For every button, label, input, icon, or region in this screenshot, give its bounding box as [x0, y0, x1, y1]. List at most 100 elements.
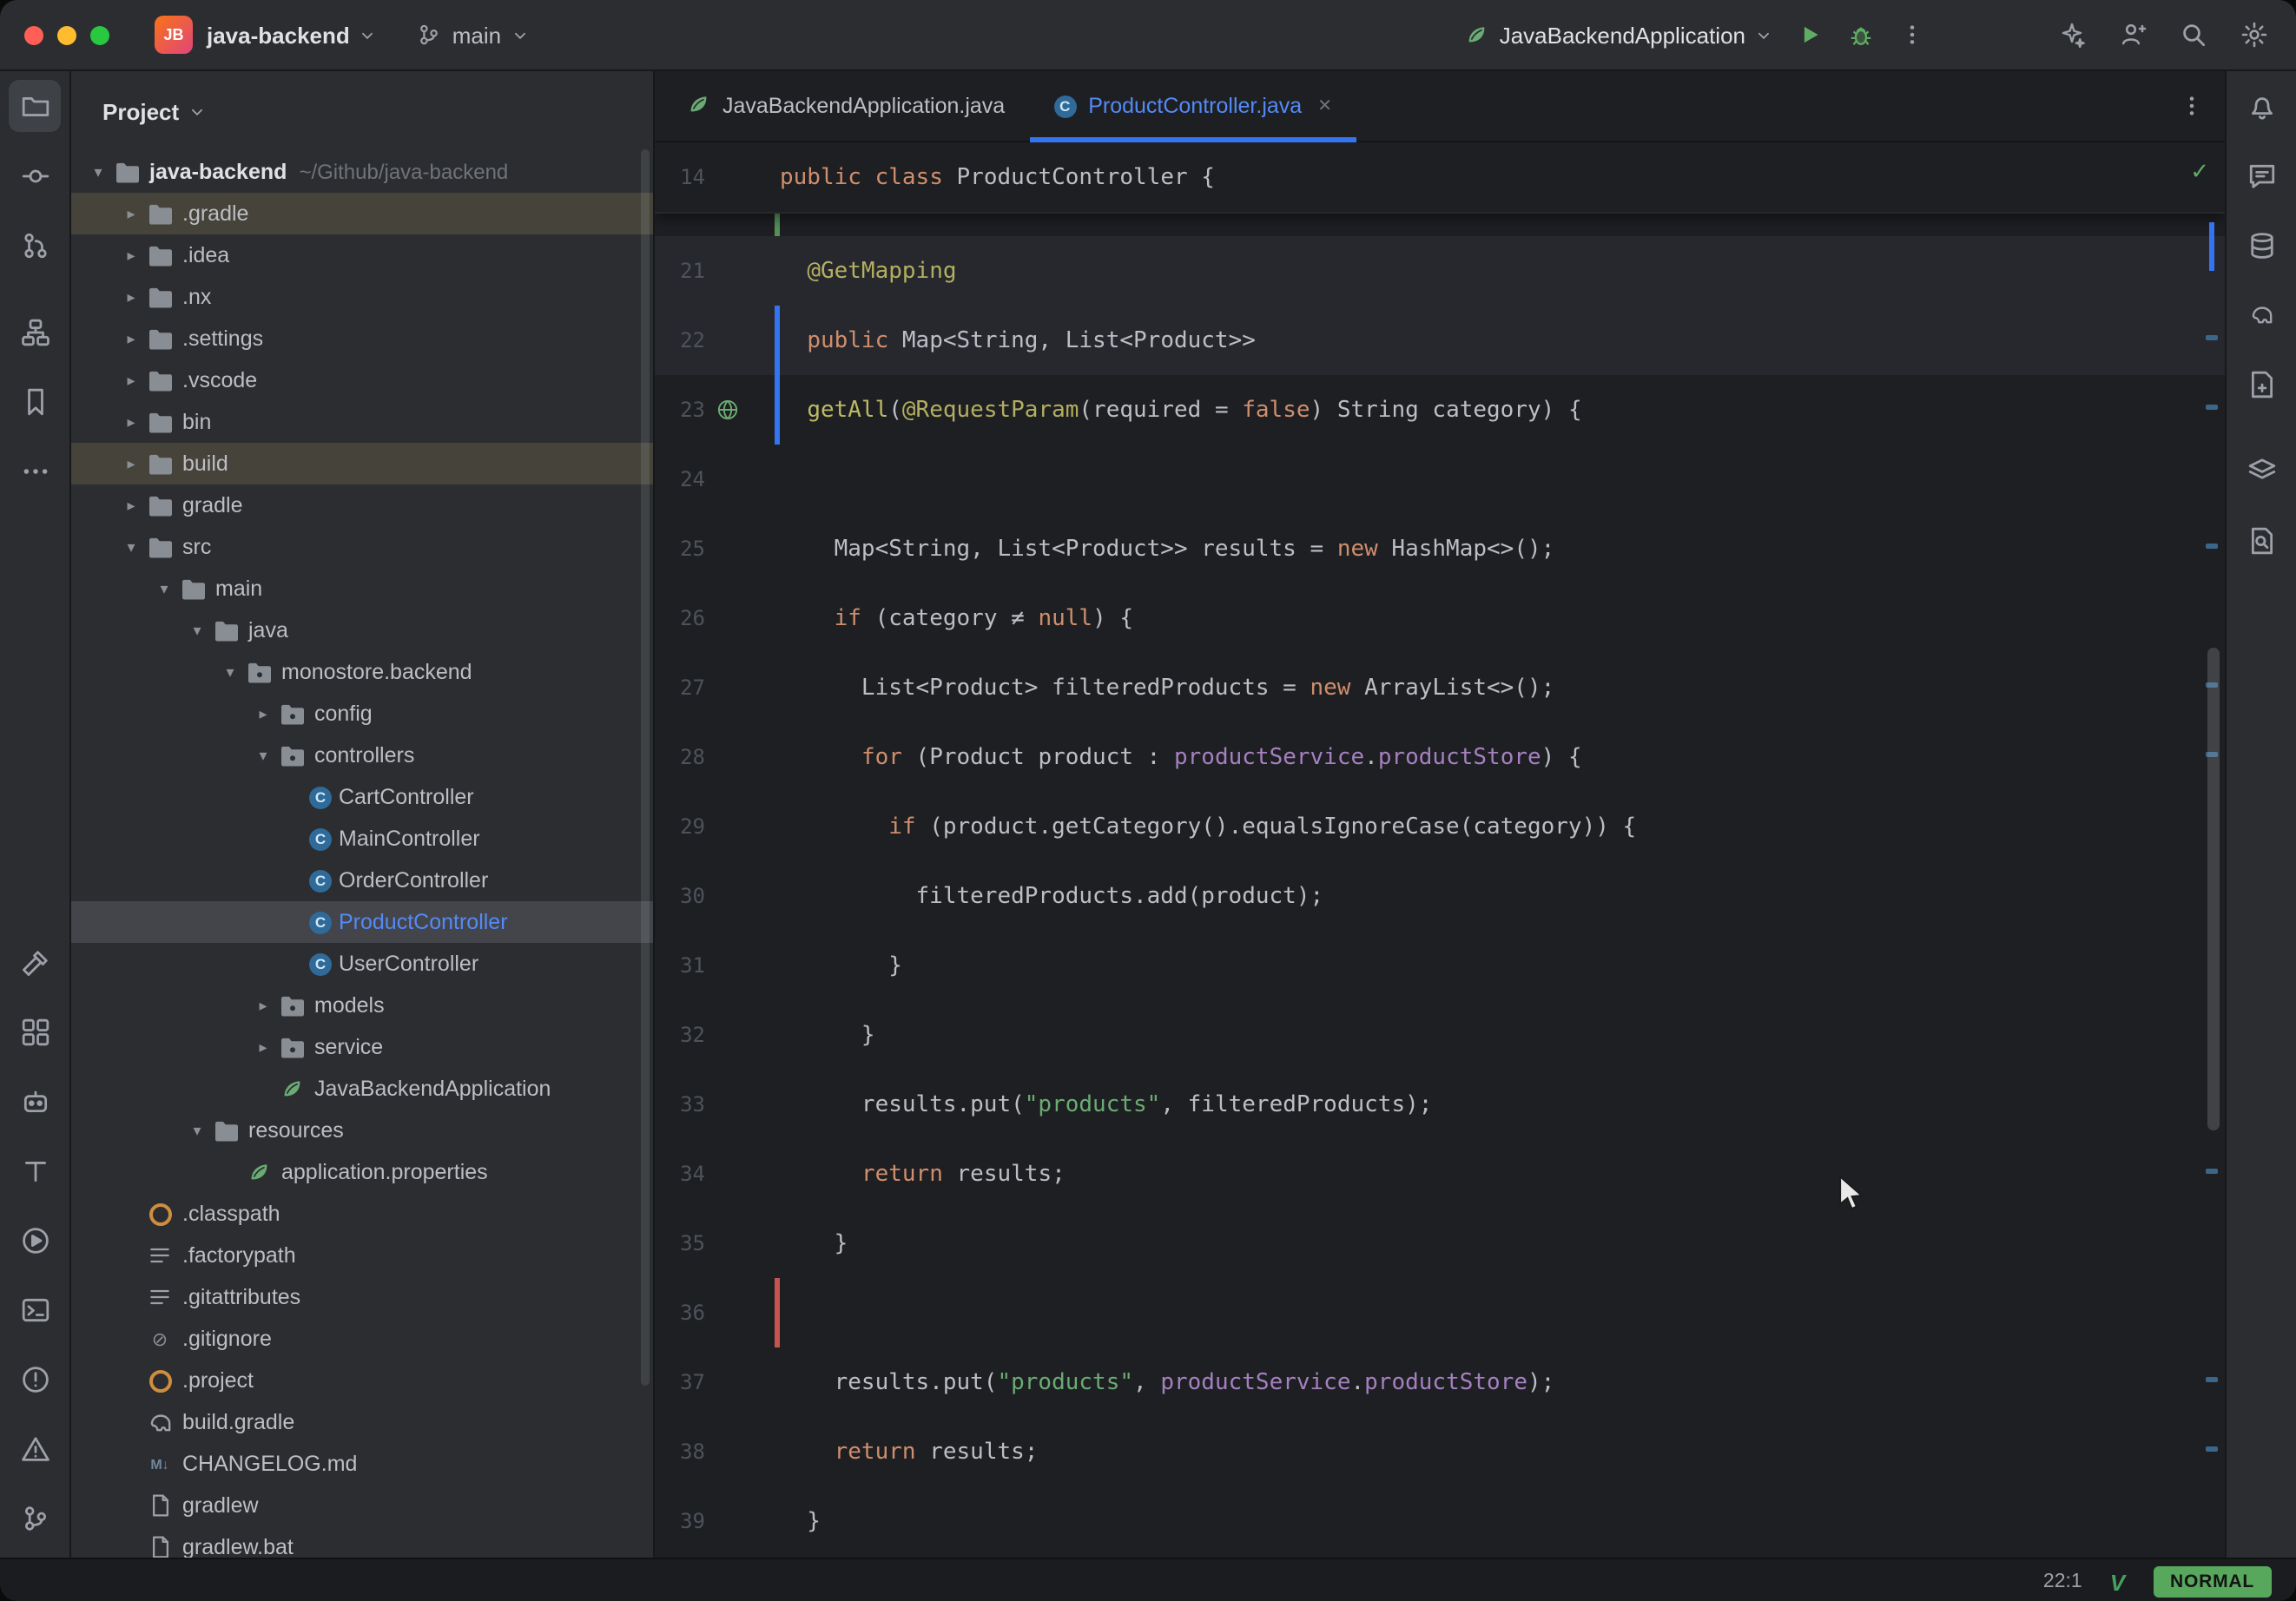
database-button[interactable] [2227, 210, 2296, 280]
tree-item-controllers[interactable]: ▾controllers [71, 735, 653, 776]
tree-item-src[interactable]: ▾src [71, 526, 653, 568]
tree-item--gitignore[interactable]: ⊘.gitignore [71, 1318, 653, 1360]
tree-item-resources[interactable]: ▾resources [71, 1110, 653, 1151]
code-line-33[interactable]: 33 results.put("products", filteredProdu… [655, 1070, 2225, 1139]
assistant-button[interactable] [0, 1066, 69, 1136]
project-selector[interactable]: java-backend [207, 22, 376, 48]
editor-scrollbar[interactable] [2207, 648, 2220, 1130]
find-button[interactable] [2227, 505, 2296, 575]
tree-item-monostore-backend[interactable]: ▾monostore.backend [71, 651, 653, 693]
code-line-23[interactable]: 23 getAll(@RequestParam(required = false… [655, 375, 2225, 445]
code-line-25[interactable]: 25 Map<String, List<Product>> results = … [655, 514, 2225, 583]
code-editor[interactable]: 14public class ProductController { 21 @G… [655, 142, 2225, 1558]
code-line-22[interactable]: 22 public Map<String, List<Product>> [655, 306, 2225, 375]
chevron-right-icon[interactable]: ▸ [250, 1038, 276, 1057]
code-line-27[interactable]: 27 List<Product> filteredProducts = new … [655, 653, 2225, 722]
code-line-35[interactable]: 35 } [655, 1209, 2225, 1278]
build-button[interactable] [0, 927, 69, 997]
terminal-button[interactable] [0, 1275, 69, 1344]
run-button[interactable] [0, 1205, 69, 1275]
chevron-right-icon[interactable]: ▸ [250, 704, 276, 723]
chevron-down-icon[interactable]: ▾ [184, 621, 210, 640]
search-everywhere-button[interactable] [2180, 21, 2207, 49]
run-configuration-selector[interactable]: JavaBackendApplication [1465, 22, 1771, 48]
close-window-button[interactable] [24, 25, 43, 44]
tree-item-changelog-md[interactable]: M↓CHANGELOG.md [71, 1443, 653, 1485]
tree-item-application-properties[interactable]: application.properties [71, 1151, 653, 1193]
branch-selector[interactable]: main [418, 22, 527, 48]
code-line-32[interactable]: 32 } [655, 1000, 2225, 1070]
chevron-down-icon[interactable]: ▾ [85, 162, 111, 181]
code-line-38[interactable]: 38 return results; [655, 1417, 2225, 1486]
chevron-right-icon[interactable]: ▸ [118, 412, 144, 432]
code-line-39[interactable]: 39 } [655, 1486, 2225, 1556]
caret-position[interactable]: 22:1 [2043, 1571, 2082, 1592]
text-tool-button[interactable] [0, 1136, 69, 1205]
tree-item-java[interactable]: ▾java [71, 609, 653, 651]
debug-button[interactable] [1848, 22, 1874, 48]
project-tree-scrollbar[interactable] [641, 149, 650, 1386]
more-actions-button[interactable] [1900, 23, 1924, 47]
endpoint-globe-icon[interactable] [716, 398, 740, 422]
sticky-code-line-14[interactable]: 14public class ProductController { [655, 142, 2225, 212]
tree-item-gradle[interactable]: ▸gradle [71, 484, 653, 526]
code-line-30[interactable]: 30 filteredProducts.add(product); [655, 861, 2225, 931]
code-line-37[interactable]: 37 results.put("products", productServic… [655, 1347, 2225, 1417]
tree-item-java-backend[interactable]: ▾java-backend~/Github/java-backend [71, 151, 653, 193]
chevron-down-icon[interactable]: ▾ [151, 579, 177, 598]
tab-options-button[interactable] [2180, 94, 2204, 118]
editor-tab-productcontroller-java[interactable]: CProductController.java✕ [1029, 71, 1356, 141]
close-tab-icon[interactable]: ✕ [1317, 96, 1332, 115]
code-line-28[interactable]: 28 for (Product product : productService… [655, 722, 2225, 792]
tree-item-build-gradle[interactable]: build.gradle [71, 1401, 653, 1443]
zoom-window-button[interactable] [90, 25, 109, 44]
problems-button[interactable] [0, 1344, 69, 1413]
commit-button[interactable] [0, 141, 69, 210]
ai-assistant-button[interactable] [2058, 21, 2086, 49]
settings-gear-button[interactable] [2240, 21, 2268, 49]
chevron-down-icon[interactable]: ▾ [217, 662, 243, 682]
pull-requests-button[interactable] [0, 210, 69, 280]
inspections-ok-icon[interactable]: ✓ [2190, 160, 2209, 186]
minimize-window-button[interactable] [57, 25, 76, 44]
tree-item--gradle[interactable]: ▸.gradle [71, 193, 653, 234]
tree-item-gradlew-bat[interactable]: gradlew.bat [71, 1526, 653, 1558]
tree-item-gradlew[interactable]: gradlew [71, 1485, 653, 1526]
tree-item-bin[interactable]: ▸bin [71, 401, 653, 443]
structure-button[interactable] [0, 297, 69, 366]
chevron-right-icon[interactable]: ▸ [118, 204, 144, 223]
chevron-right-icon[interactable]: ▸ [118, 246, 144, 265]
run-button[interactable] [1798, 23, 1822, 47]
services-button[interactable] [0, 997, 69, 1066]
tree-item-productcontroller[interactable]: CProductController [71, 901, 653, 943]
chevron-right-icon[interactable]: ▸ [118, 496, 144, 515]
editor-tab-javabackendapplication-java[interactable]: JavaBackendApplication.java [662, 71, 1029, 141]
tree-item-ordercontroller[interactable]: COrderController [71, 860, 653, 901]
notifications-button[interactable] [2227, 71, 2296, 141]
code-line-31[interactable]: 31 } [655, 931, 2225, 1000]
tree-item--idea[interactable]: ▸.idea [71, 234, 653, 276]
chevron-right-icon[interactable]: ▸ [250, 996, 276, 1015]
vim-plugin-icon[interactable]: V [2110, 1569, 2125, 1595]
tree-item--vscode[interactable]: ▸.vscode [71, 359, 653, 401]
gradle-button[interactable] [2227, 280, 2296, 349]
tree-item--factorypath[interactable]: .factorypath [71, 1235, 653, 1276]
tree-item-main[interactable]: ▾main [71, 568, 653, 609]
chevron-down-icon[interactable]: ▾ [184, 1121, 210, 1140]
tree-item-models[interactable]: ▸models [71, 985, 653, 1026]
warnings-button[interactable] [0, 1413, 69, 1483]
tree-item--settings[interactable]: ▸.settings [71, 318, 653, 359]
code-line-21[interactable]: 21 @GetMapping [655, 236, 2225, 306]
chevron-right-icon[interactable]: ▸ [118, 329, 144, 348]
code-with-me-button[interactable] [2119, 21, 2147, 49]
tree-item-config[interactable]: ▸config [71, 693, 653, 735]
chevron-right-icon[interactable]: ▸ [118, 371, 144, 390]
tree-item--project[interactable]: .project [71, 1360, 653, 1401]
chevron-right-icon[interactable]: ▸ [118, 454, 144, 473]
ai-chat-button[interactable] [2227, 141, 2296, 210]
tree-item--gitattributes[interactable]: .gitattributes [71, 1276, 653, 1318]
code-line-26[interactable]: 26 if (category ≠ null) { [655, 583, 2225, 653]
code-line-36[interactable]: 36 [655, 1278, 2225, 1347]
chevron-down-icon[interactable]: ▾ [250, 746, 276, 765]
tree-item--nx[interactable]: ▸.nx [71, 276, 653, 318]
